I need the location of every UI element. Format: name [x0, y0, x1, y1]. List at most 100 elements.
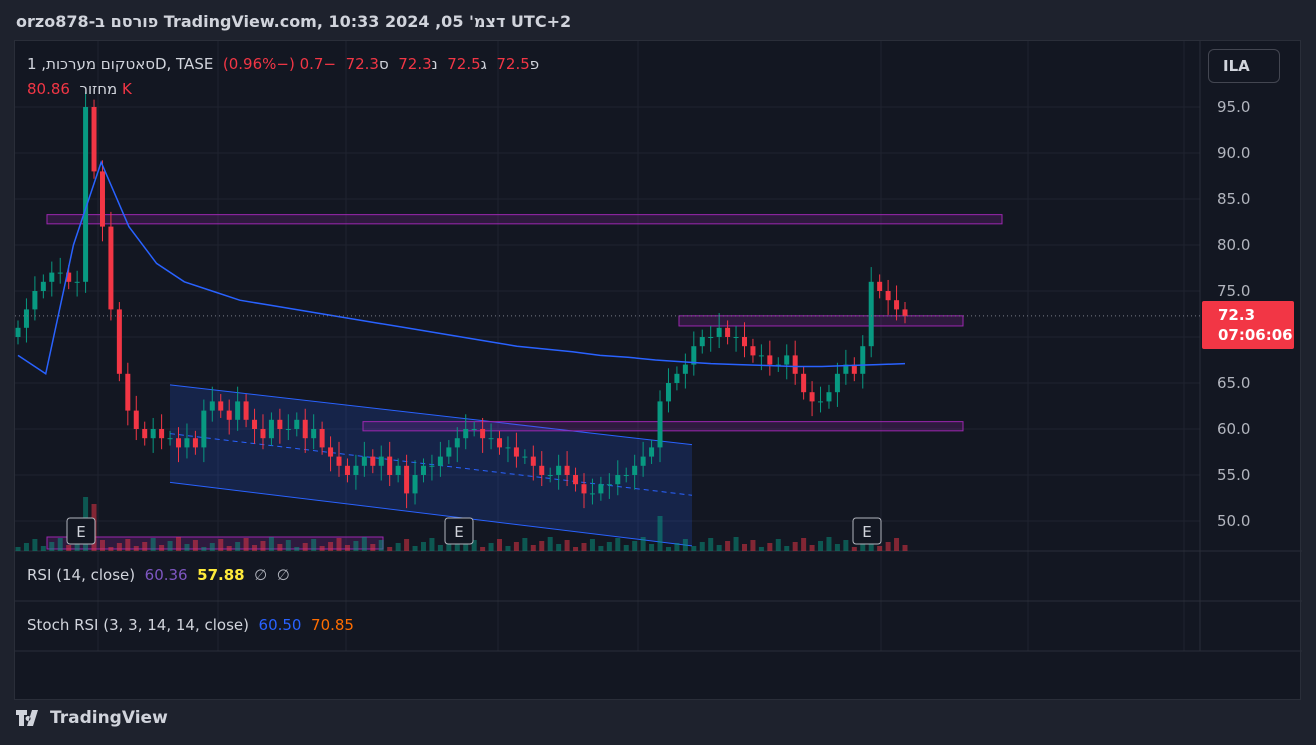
candle-body: [420, 465, 426, 475]
candle-body: [361, 456, 367, 466]
rsi-value: 60.36: [144, 566, 188, 584]
candle-body: [83, 107, 89, 282]
candle-body: [404, 465, 410, 494]
volume-bar: [691, 546, 697, 551]
candle-body: [91, 107, 97, 172]
candle-body: [209, 401, 215, 411]
candle-body: [902, 309, 908, 316]
volume-bar: [615, 538, 621, 551]
volume-bar: [758, 547, 764, 551]
stoch-label: Stoch RSI (3, 3, 14, 14, close): [27, 616, 249, 634]
volume-bar: [302, 543, 308, 551]
volume-label[interactable]: מחזור: [80, 80, 118, 98]
volume-bar: [192, 540, 198, 551]
volume-bar: [623, 545, 629, 551]
candle-body: [741, 337, 747, 347]
earnings-label: E: [454, 523, 463, 541]
volume-bar: [133, 546, 139, 551]
stoch-k-value: 60.50: [258, 616, 302, 634]
candle-body: [176, 438, 182, 448]
candle-body: [336, 456, 342, 466]
rsi-ma-value: 57.88: [197, 566, 245, 584]
candle-body: [142, 429, 148, 439]
open-label: פ: [529, 55, 540, 73]
candle-body: [463, 429, 469, 439]
candle-body: [623, 475, 629, 476]
candle-body: [201, 410, 207, 448]
candle-body: [632, 465, 638, 475]
tradingview-logo[interactable]: TradingView: [16, 708, 168, 728]
volume-bar: [480, 547, 486, 551]
candle-body: [184, 438, 190, 448]
last-price-label: 72.3 07:06:06: [1202, 301, 1294, 349]
candle-body: [860, 346, 866, 374]
volume-bar: [268, 537, 274, 551]
volume-bar: [556, 544, 562, 551]
price-tick-label: 75.0: [1217, 282, 1250, 300]
candle-body: [125, 373, 131, 411]
volume-bar: [699, 542, 705, 551]
rsi-legend[interactable]: RSI (14, close) 60.36 57.88 ∅ ∅: [27, 566, 290, 584]
price-tick-label: 95.0: [1217, 98, 1250, 116]
volume-bar: [818, 541, 824, 551]
volume-bar: [57, 538, 63, 551]
volume-bar: [387, 547, 393, 551]
candle-body: [497, 438, 503, 448]
volume-bar: [877, 546, 883, 551]
candle-body: [218, 401, 224, 411]
volume-bar: [277, 544, 283, 551]
candle-body: [370, 456, 376, 466]
candle-body: [57, 272, 63, 274]
candle-body: [598, 484, 604, 494]
candle-body: [767, 355, 773, 365]
volume-bar: [243, 538, 249, 551]
candle-body: [40, 281, 46, 291]
volume-bar: [725, 541, 731, 551]
candle-body: [387, 456, 393, 475]
volume-bar: [522, 538, 528, 551]
volume-bar: [505, 546, 511, 551]
volume-bar: [589, 539, 595, 551]
low-value: 72.3: [398, 55, 432, 73]
volume-bar: [530, 545, 536, 551]
volume-bar: [581, 543, 587, 551]
candle-body: [818, 401, 824, 403]
resistance-zone: [46, 214, 1003, 225]
volume-bar: [226, 546, 232, 551]
candle-body: [116, 309, 122, 374]
currency-button[interactable]: ILA: [1208, 49, 1280, 83]
candle-body: [192, 438, 198, 448]
price-tick-label: 60.0: [1217, 420, 1250, 438]
candle-body: [311, 429, 317, 439]
candle-body: [733, 337, 739, 338]
rsi-empty-2: ∅: [276, 566, 290, 584]
candle-body: [252, 419, 258, 429]
symbol-name[interactable]: 1 ,סאטקום מערכותD, TASE: [27, 55, 213, 73]
branding-text: TradingView: [50, 708, 168, 728]
candle-body: [547, 475, 553, 476]
last-price: 72.3: [1218, 306, 1256, 324]
candle-body: [74, 281, 80, 283]
volume-bar: [294, 547, 300, 551]
candle-body: [412, 475, 418, 494]
candle-body: [243, 401, 249, 420]
stoch-legend[interactable]: Stoch RSI (3, 3, 14, 14, close) 60.50 70…: [27, 616, 354, 634]
volume-bar: [750, 540, 756, 551]
candle-body: [868, 281, 874, 347]
volume-bar: [708, 538, 714, 551]
volume-bar: [741, 544, 747, 551]
candle-body: [235, 401, 241, 420]
stoch-d-value: 70.85: [311, 616, 354, 634]
chart-panel[interactable]: 95.090.085.080.075.070.065.060.055.050.0…: [14, 40, 1302, 700]
volume-bar: [598, 546, 604, 551]
candle-body: [784, 355, 790, 365]
candle-body: [513, 447, 519, 457]
candle-body: [108, 226, 114, 310]
close-label: ס: [378, 55, 389, 73]
price-tick-label: 55.0: [1217, 466, 1250, 484]
volume-bar: [513, 542, 519, 551]
candle-body: [133, 410, 139, 429]
volume-bar: [404, 539, 410, 551]
candle-body: [319, 429, 325, 448]
volume-bar: [437, 545, 443, 551]
